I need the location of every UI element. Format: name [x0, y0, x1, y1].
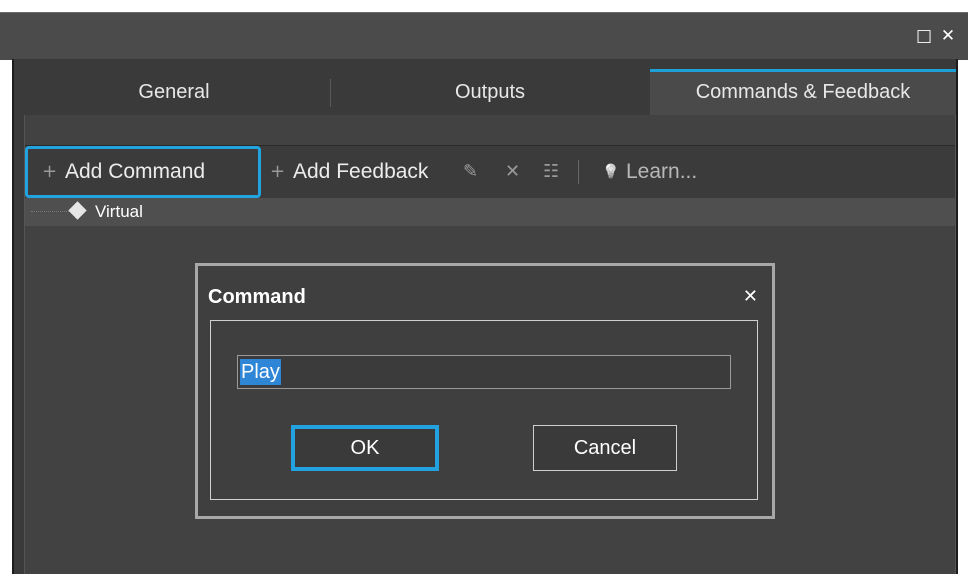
tree-item-label: Virtual	[95, 202, 143, 221]
tab-outputs[interactable]: Outputs	[331, 69, 649, 115]
window-titlebar: □ ✕	[0, 12, 968, 60]
tree-row-virtual[interactable]: Virtual	[25, 198, 955, 226]
pencil-icon[interactable]: ✎	[463, 146, 478, 198]
input-selected-text: Play	[240, 359, 281, 385]
maximize-icon[interactable]: □	[914, 26, 934, 46]
plus-icon: +	[42, 161, 58, 182]
ok-button[interactable]: OK	[291, 425, 439, 471]
cancel-button[interactable]: Cancel	[533, 425, 677, 471]
tab-commands-feedback[interactable]: Commands & Feedback	[650, 69, 956, 115]
dialog-title: Command	[208, 286, 306, 308]
add-feedback-button[interactable]: Add Feedback	[293, 146, 428, 198]
list-icon[interactable]: ☷	[543, 146, 559, 198]
close-icon[interactable]: ✕	[505, 146, 520, 198]
lightbulb-icon: 💡	[602, 164, 620, 180]
add-command-button[interactable]: Add Command	[65, 146, 205, 198]
toolbar-separator	[578, 160, 579, 184]
command-name-input[interactable]: Play	[237, 355, 731, 389]
close-icon[interactable]: ✕	[743, 276, 758, 318]
tab-general[interactable]: General	[18, 69, 330, 115]
command-toolbar: + Add Command + Add Feedback ✎ ✕ ☷ 💡 Lea…	[25, 145, 955, 199]
command-dialog: Command ✕ Play OK Cancel	[195, 263, 775, 519]
diamond-icon	[68, 201, 87, 220]
close-icon[interactable]: ✕	[938, 26, 958, 46]
tree-connector	[31, 211, 69, 212]
dialog-content: Play OK Cancel	[210, 320, 758, 500]
plus-icon: +	[270, 161, 286, 182]
learn-button[interactable]: Learn...	[626, 146, 697, 198]
